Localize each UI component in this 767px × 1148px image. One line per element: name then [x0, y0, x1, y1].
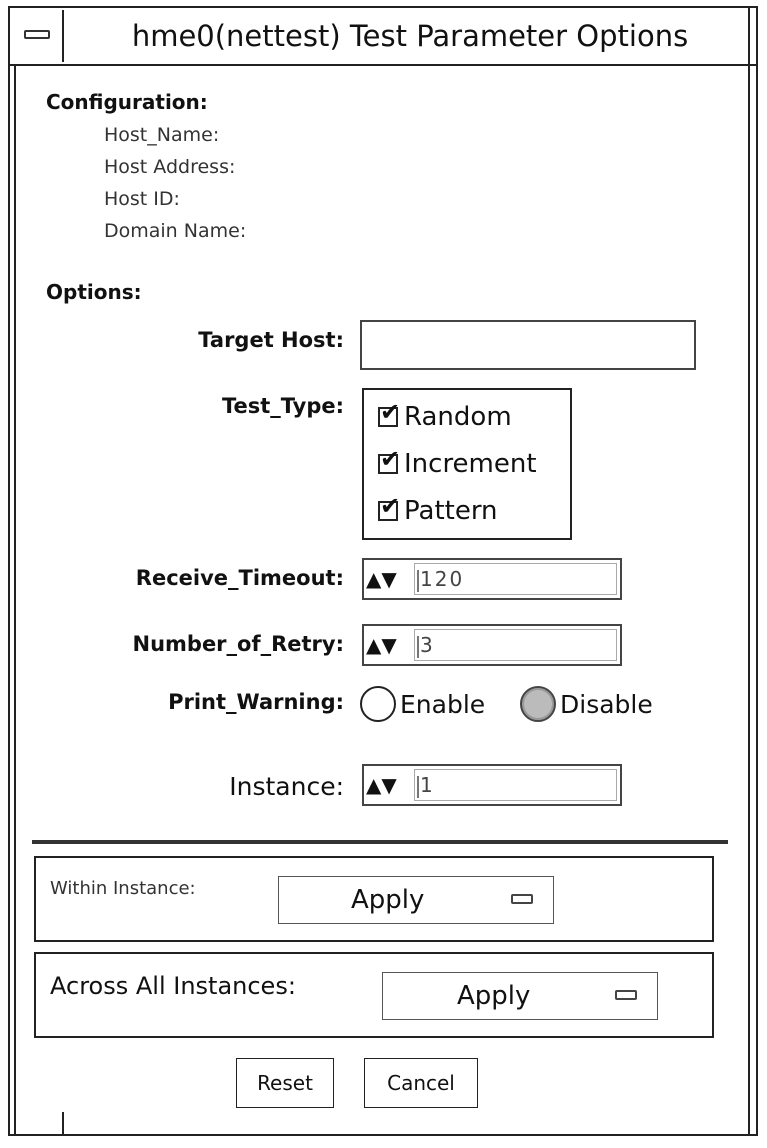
spin-arrows[interactable]: ▲ ▼ [364, 635, 414, 655]
host-address-label: Host Address: [104, 156, 236, 178]
checkbox-icon: ✔ [378, 400, 400, 427]
instance-value: 1 [420, 773, 435, 797]
number-of-retry-input[interactable]: 3 [414, 629, 617, 661]
window-menu-button[interactable] [12, 10, 64, 62]
text-caret [417, 635, 419, 658]
increment-label: Increment [404, 449, 537, 479]
number-of-retry-stepper[interactable]: ▲ ▼ 3 [362, 624, 622, 666]
domain-name-label: Domain Name: [104, 220, 247, 242]
checkmark-icon: ✔ [380, 398, 401, 426]
title-bar[interactable]: hme0(nettest) Test Parameter Options [10, 8, 756, 66]
window-border [14, 66, 16, 1134]
receive-timeout-value: 120 [420, 567, 465, 591]
random-checkbox[interactable]: ✔ Random [378, 400, 512, 434]
checkbox-icon: ✔ [378, 494, 400, 521]
across-instances-apply-button[interactable]: Apply [382, 972, 658, 1020]
menu-button-icon [511, 894, 533, 904]
within-instance-apply-button[interactable]: Apply [278, 876, 554, 924]
test-type-group: ✔ Random ✔ Increment ✔ Pattern [362, 388, 572, 540]
text-caret [417, 569, 419, 592]
within-instance-label: Within Instance: [50, 878, 196, 899]
receive-timeout-input[interactable]: 120 [414, 563, 617, 595]
instance-label: Instance: [229, 772, 344, 801]
across-instances-apply-label: Apply [457, 981, 531, 1011]
configuration-heading: Configuration: [46, 90, 208, 114]
number-of-retry-value: 3 [420, 633, 435, 657]
target-host-input[interactable] [360, 320, 696, 370]
dialog-window: hme0(nettest) Test Parameter Options Con… [8, 6, 758, 1136]
checkmark-icon: ✔ [380, 445, 401, 473]
number-of-retry-label: Number_of_Retry: [132, 632, 345, 656]
within-instance-apply-label: Apply [351, 885, 425, 915]
enable-label: Enable [400, 689, 486, 719]
random-label: Random [404, 402, 512, 432]
host-name-label: Host_Name: [104, 124, 220, 146]
menu-button-icon [615, 990, 637, 1000]
print-warning-label: Print_Warning: [168, 690, 344, 714]
window-resize-corner[interactable] [62, 1112, 64, 1134]
across-instances-frame: Across All Instances: Apply [34, 952, 714, 1038]
checkbox-icon: ✔ [378, 447, 400, 474]
within-instance-frame: Within Instance: Apply [34, 856, 714, 942]
disable-radio[interactable]: Disable [520, 686, 653, 722]
target-host-label: Target Host: [198, 328, 344, 352]
cancel-button[interactable]: Cancel [364, 1058, 478, 1108]
spin-arrows[interactable]: ▲ ▼ [364, 775, 414, 795]
instance-input[interactable]: 1 [414, 769, 617, 801]
spin-down-icon[interactable]: ▼ [381, 775, 396, 795]
across-instances-label: Across All Instances: [50, 972, 296, 1000]
enable-radio[interactable]: Enable [360, 686, 485, 722]
spin-down-icon[interactable]: ▼ [381, 635, 396, 655]
window-title: hme0(nettest) Test Parameter Options [131, 19, 689, 53]
host-id-label: Host ID: [104, 188, 180, 210]
instance-stepper[interactable]: ▲ ▼ 1 [362, 764, 622, 806]
test-type-label: Test_Type: [221, 394, 344, 418]
receive-timeout-stepper[interactable]: ▲ ▼ 120 [362, 558, 622, 600]
spin-arrows[interactable]: ▲ ▼ [364, 569, 414, 589]
spin-down-icon[interactable]: ▼ [381, 569, 396, 589]
window-menu-icon [24, 30, 50, 39]
window-border [748, 8, 750, 1134]
increment-checkbox[interactable]: ✔ Increment [378, 447, 537, 481]
spin-up-icon[interactable]: ▲ [366, 635, 381, 655]
spin-up-icon[interactable]: ▲ [366, 569, 381, 589]
disable-label: Disable [560, 689, 653, 719]
spin-up-icon[interactable]: ▲ [366, 775, 381, 795]
radio-selected-icon [520, 686, 556, 722]
separator [32, 840, 728, 844]
options-heading: Options: [46, 280, 142, 304]
reset-button[interactable]: Reset [236, 1058, 334, 1108]
checkmark-icon: ✔ [380, 492, 401, 520]
receive-timeout-label: Receive_Timeout: [135, 566, 344, 590]
radio-icon [360, 686, 396, 722]
pattern-checkbox[interactable]: ✔ Pattern [378, 494, 498, 528]
pattern-label: Pattern [404, 496, 498, 526]
text-caret [417, 775, 419, 798]
